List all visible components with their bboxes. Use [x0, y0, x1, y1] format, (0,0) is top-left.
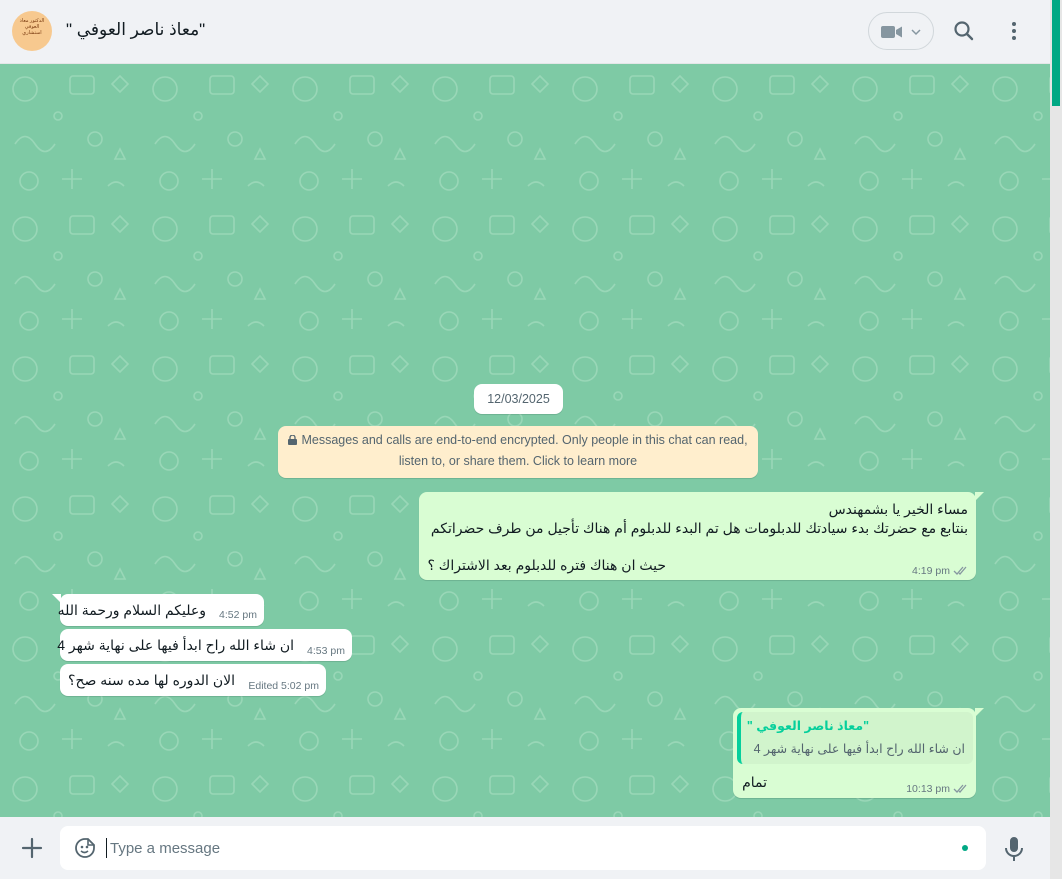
message-time: 4:19 pm — [912, 565, 950, 577]
date-chip: 12/03/2025 — [474, 384, 563, 414]
message-line: مساء الخير يا بشمهندس — [828, 501, 968, 517]
voice-message-button[interactable] — [1002, 835, 1026, 863]
double-check-icon — [953, 784, 967, 793]
message-input[interactable] — [110, 834, 950, 862]
quoted-sender-name: "معاذ ناصر العوفي " — [746, 719, 869, 733]
scrollbar[interactable] — [1050, 0, 1062, 879]
bubble-tail — [975, 492, 984, 501]
message-time: 4:52 pm — [219, 609, 257, 621]
bubble-tail — [975, 708, 984, 717]
message-text: الان الدوره لها مده سنه صح؟ — [68, 672, 235, 688]
contact-avatar[interactable]: الدكتور معاذ العوفي استشاري — [12, 11, 52, 51]
message-composer — [0, 817, 1050, 879]
encryption-text-line2: listen to, or share them. Click to learn… — [398, 454, 638, 468]
message-input-box[interactable] — [60, 826, 986, 870]
double-check-icon — [953, 566, 967, 575]
menu-icon — [1012, 22, 1016, 40]
plus-icon — [21, 837, 43, 859]
scrollbar-thumb[interactable] — [1052, 0, 1060, 106]
mic-icon — [1005, 837, 1023, 861]
video-icon — [881, 26, 902, 38]
message-text: تمام — [742, 774, 767, 790]
menu-button[interactable] — [996, 13, 1032, 49]
avatar-logo-text: الدكتور معاذ العوفي استشاري — [19, 18, 45, 36]
chat-header: الدكتور معاذ العوفي استشاري "معاذ ناصر ا… — [0, 0, 1050, 64]
message-time: Edited 5:02 pm — [248, 680, 319, 692]
encryption-notice[interactable]: Messages and calls are end-to-end encryp… — [278, 426, 758, 478]
quoted-text: ان شاء الله راح ابدأ فيها على نهاية شهر … — [753, 742, 965, 756]
message-outgoing[interactable]: مساء الخير يا بشمهندس بنتابع مع حضرتك بد… — [419, 492, 984, 580]
message-text: ان شاء الله راح ابدأ فيها على نهاية شهر … — [57, 637, 294, 653]
message-outgoing-reply[interactable]: "معاذ ناصر العوفي " ان شاء الله راح ابدأ… — [733, 708, 984, 798]
chevron-down-icon — [911, 29, 921, 36]
encryption-text-line1: Messages and calls are end-to-end encryp… — [301, 433, 748, 447]
search-button[interactable] — [946, 13, 982, 49]
quoted-message[interactable]: "معاذ ناصر العوفي " ان شاء الله راح ابدأ… — [737, 712, 973, 764]
message-time: 10:13 pm — [906, 783, 950, 795]
video-call-button[interactable] — [868, 12, 934, 50]
message-incoming[interactable]: وعليكم السلام ورحمة الله 4:52 pm — [52, 594, 264, 626]
lock-icon — [288, 435, 298, 445]
search-icon — [954, 21, 974, 41]
emoji-icon — [75, 838, 95, 858]
message-line: بنتابع مع حضرتك بدء سيادتك للدبلومات هل … — [430, 520, 968, 536]
chat-messages-area[interactable]: 12/03/2025 Messages and calls are end-to… — [0, 64, 1050, 817]
message-time: 4:53 pm — [307, 645, 345, 657]
status-dot — [962, 845, 968, 851]
message-incoming[interactable]: ان شاء الله راح ابدأ فيها على نهاية شهر … — [57, 629, 352, 661]
contact-name[interactable]: "معاذ ناصر العوفي " — [66, 20, 205, 40]
attach-button[interactable] — [18, 834, 46, 862]
message-incoming[interactable]: الان الدوره لها مده سنه صح؟ Edited 5:02 … — [60, 664, 326, 696]
text-caret — [106, 838, 107, 858]
message-line: حيث ان هناك فتره للدبلوم بعد الاشتراك ؟ — [427, 557, 666, 573]
message-text: وعليكم السلام ورحمة الله — [57, 602, 206, 618]
emoji-button[interactable] — [74, 837, 96, 859]
